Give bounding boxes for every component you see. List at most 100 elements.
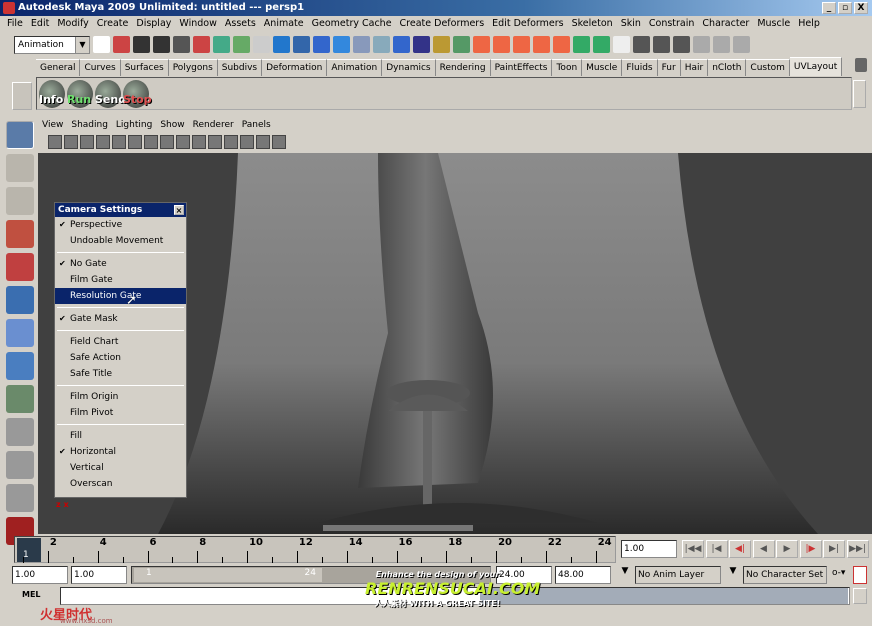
manipulator-tool-icon[interactable] <box>6 319 34 347</box>
menu-animate[interactable]: Animate <box>261 16 309 32</box>
camera-menu-item-safe-action[interactable]: Safe Action <box>55 350 186 366</box>
shelf-tab-curves[interactable]: Curves <box>80 59 121 76</box>
shelf-tab-subdivs[interactable]: Subdivs <box>217 59 263 76</box>
menu-skin[interactable]: Skin <box>618 16 646 32</box>
four-pane-layout-icon[interactable] <box>6 451 34 479</box>
menu-constrain[interactable]: Constrain <box>646 16 700 32</box>
camera-menu-item-film-gate[interactable]: Film Gate <box>55 272 186 288</box>
menu-skeleton[interactable]: Skeleton <box>569 16 618 32</box>
status-tool-icon[interactable] <box>393 36 410 53</box>
shelf-button-stop[interactable]: Stop <box>123 80 152 108</box>
playback-start-field[interactable]: 1.00 <box>71 566 127 584</box>
show-manipulator-tool-icon[interactable] <box>6 385 34 413</box>
status-tool-icon[interactable] <box>713 36 730 53</box>
shelf-scrollbar[interactable] <box>853 80 866 108</box>
preferences-icon[interactable] <box>853 566 867 584</box>
bookmark-icon[interactable] <box>80 135 94 149</box>
step-forward-key-button[interactable]: ▶| <box>823 540 845 558</box>
shadows-icon[interactable] <box>240 135 254 149</box>
grid-icon[interactable] <box>112 135 126 149</box>
shelf-tab-uvlayout[interactable]: UVLayout <box>789 57 843 76</box>
close-button[interactable]: X <box>854 2 868 14</box>
menu-modify[interactable]: Modify <box>54 16 93 32</box>
status-tool-icon[interactable] <box>493 36 510 53</box>
anim-end-field[interactable]: 48.00 <box>555 566 611 584</box>
anim-layer-field[interactable]: No Anim Layer <box>635 566 721 584</box>
menu-muscle[interactable]: Muscle <box>754 16 795 32</box>
lasso-tool-icon[interactable] <box>6 154 34 182</box>
camera-menu-item-safe-title[interactable]: Safe Title <box>55 366 186 382</box>
trash-icon[interactable] <box>855 58 867 72</box>
move-tool-icon[interactable] <box>6 220 34 248</box>
camera-menu-item-undoable-movement[interactable]: Undoable Movement <box>55 233 186 249</box>
camera-menu-item-no-gate[interactable]: No Gate <box>55 256 186 272</box>
status-tool-icon[interactable] <box>253 36 270 53</box>
shelf-tab-deformation[interactable]: Deformation <box>262 59 328 76</box>
anim-layer-menu-icon[interactable]: ▼ <box>616 566 634 584</box>
shelf-button-send[interactable]: Send <box>95 80 126 108</box>
menu-edit[interactable]: Edit <box>28 16 54 32</box>
camera-menu-item-film-origin[interactable]: Film Origin <box>55 389 186 405</box>
shelf-button-info[interactable]: Info <box>39 80 65 108</box>
camera-menu-item-field-chart[interactable]: Field Chart <box>55 334 186 350</box>
panel-menu-shading[interactable]: Shading <box>67 118 112 132</box>
camera-menu-item-horizontal[interactable]: Horizontal <box>55 444 186 460</box>
close-icon[interactable]: × <box>174 205 184 215</box>
panel-menu-view[interactable]: View <box>38 118 67 132</box>
single-pane-layout-icon[interactable] <box>6 418 34 446</box>
smooth-shade-icon[interactable] <box>192 135 206 149</box>
time-slider[interactable]: 1 2 4 6 8 10 12 14 16 18 20 22 24 <box>14 536 616 563</box>
status-tool-icon[interactable] <box>273 36 290 53</box>
status-tool-icon[interactable] <box>653 36 670 53</box>
status-tool-icon[interactable] <box>233 36 250 53</box>
panel-menu-panels[interactable]: Panels <box>238 118 275 132</box>
status-tool-icon[interactable] <box>613 36 630 53</box>
step-back-key-button[interactable]: |◀ <box>705 540 728 558</box>
textured-icon[interactable] <box>208 135 222 149</box>
current-frame-marker[interactable]: 1 <box>17 538 41 562</box>
menu-geometry-cache[interactable]: Geometry Cache <box>309 16 397 32</box>
shelf-tab-general[interactable]: General <box>36 59 81 76</box>
status-tool-icon[interactable] <box>173 36 190 53</box>
status-tool-icon[interactable] <box>413 36 430 53</box>
camera-menu-item-vertical[interactable]: Vertical <box>55 460 186 476</box>
isolate-select-icon[interactable] <box>256 135 270 149</box>
status-tool-icon[interactable] <box>133 36 150 53</box>
camera-attributes-icon[interactable] <box>64 135 78 149</box>
shelf-tab-painteffects[interactable]: PaintEffects <box>490 59 553 76</box>
menu-help[interactable]: Help <box>795 16 825 32</box>
shelf-tab-polygons[interactable]: Polygons <box>168 59 218 76</box>
shelf-tab-muscle[interactable]: Muscle <box>582 59 623 76</box>
range-slider-handle[interactable]: 1 24 <box>134 568 322 582</box>
image-plane-icon[interactable] <box>96 135 110 149</box>
step-back-frame-button[interactable]: ◀| <box>729 540 751 558</box>
menu-window[interactable]: Window <box>176 16 221 32</box>
menu-character[interactable]: Character <box>699 16 754 32</box>
shelf-tab-toon[interactable]: Toon <box>552 59 583 76</box>
panel-menu-show[interactable]: Show <box>156 118 188 132</box>
menu-display[interactable]: Display <box>133 16 176 32</box>
shelf-tab-animation[interactable]: Animation <box>327 59 383 76</box>
shelf-tab-custom[interactable]: Custom <box>746 59 790 76</box>
camera-menu-item-gate-mask[interactable]: Gate Mask <box>55 311 186 327</box>
scale-tool-icon[interactable] <box>6 286 34 314</box>
camera-menu-item-overscan[interactable]: Overscan <box>55 476 186 492</box>
outliner-layout-icon[interactable] <box>6 484 34 512</box>
film-gate-icon[interactable] <box>128 135 142 149</box>
status-tool-icon[interactable] <box>573 36 590 53</box>
maximize-button[interactable]: ▫ <box>838 2 852 14</box>
play-forward-button[interactable]: ▶ <box>776 540 798 558</box>
status-tool-icon[interactable] <box>633 36 650 53</box>
select-tool-icon[interactable] <box>6 121 34 149</box>
safe-title-icon[interactable] <box>160 135 174 149</box>
status-tool-icon[interactable] <box>453 36 470 53</box>
status-tool-icon[interactable] <box>553 36 570 53</box>
minimize-button[interactable]: _ <box>822 2 836 14</box>
status-tool-icon[interactable] <box>153 36 170 53</box>
menu-create-deformers[interactable]: Create Deformers <box>397 16 490 32</box>
camera-menu-item-perspective[interactable]: Perspective <box>55 217 186 233</box>
status-tool-icon[interactable] <box>313 36 330 53</box>
panel-menu-renderer[interactable]: Renderer <box>189 118 238 132</box>
status-tool-icon[interactable] <box>693 36 710 53</box>
camera-menu-item-resolution-gate[interactable]: Resolution Gate <box>55 288 186 304</box>
